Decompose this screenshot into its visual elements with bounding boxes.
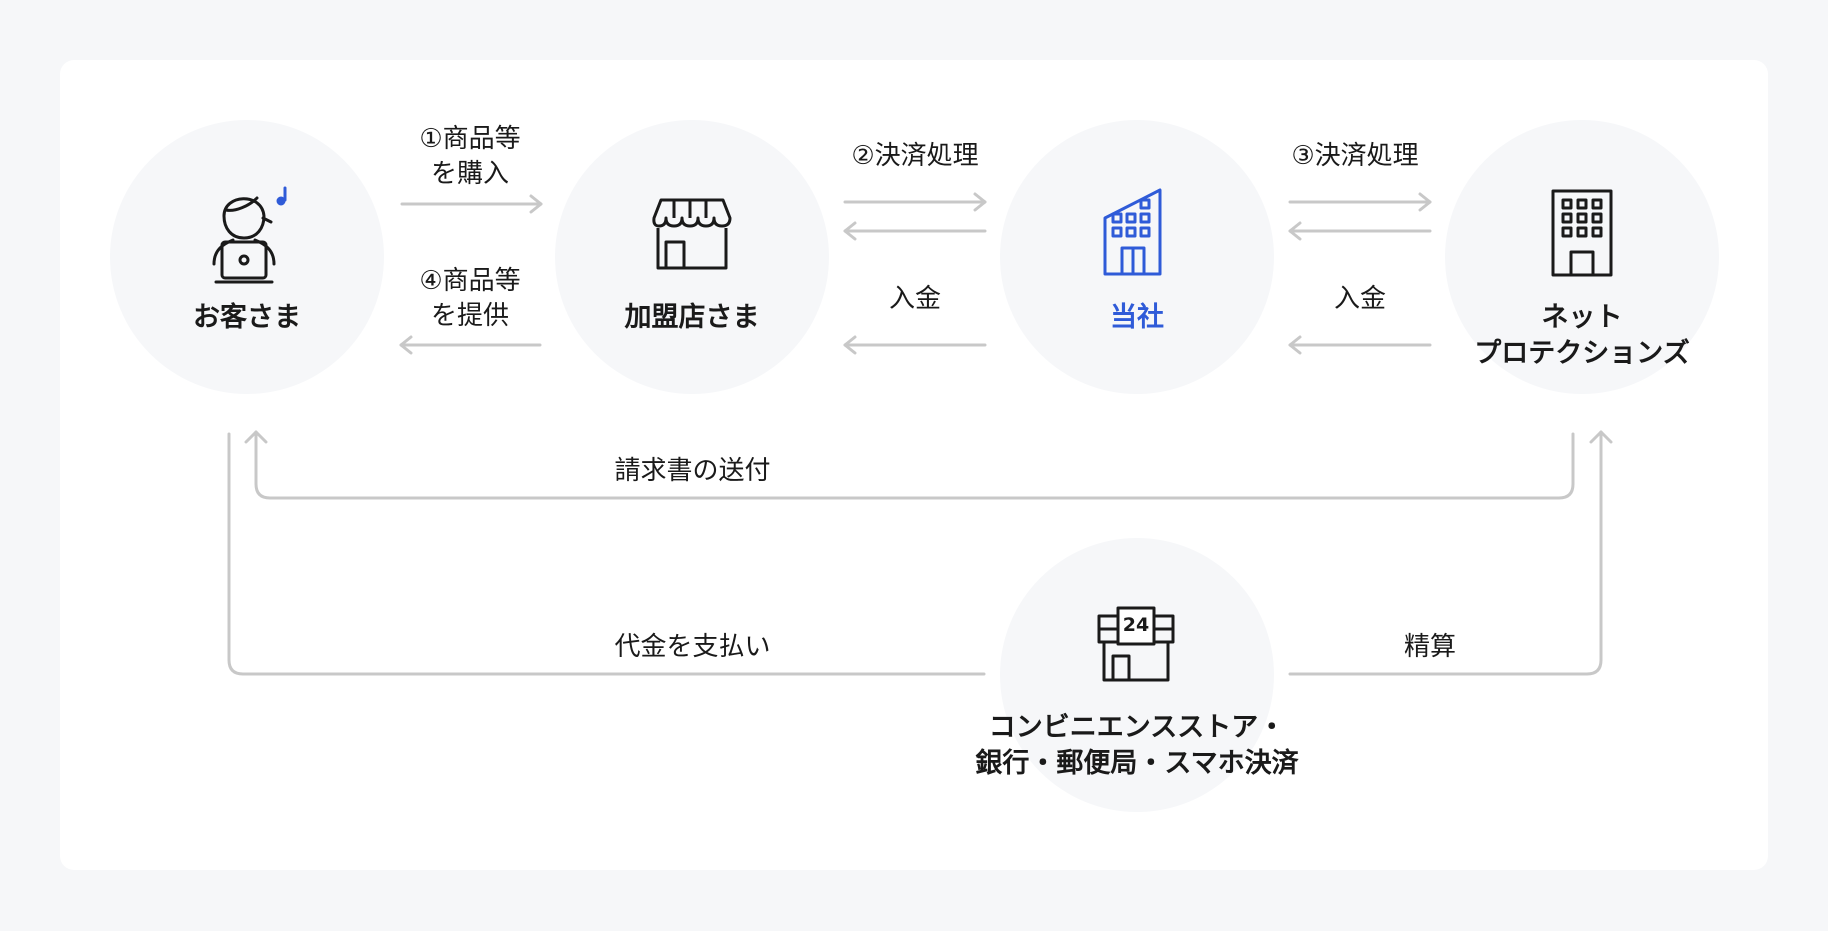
building-icon (1103, 188, 1162, 276)
store-sign-24: 24 (1122, 614, 1150, 636)
deposit-label-b: 入金 (1290, 282, 1430, 317)
step4-line1: ④商品等 (419, 266, 521, 296)
invoice-label: 請求書の送付 (570, 454, 815, 489)
company-label-text: 当社 (1110, 302, 1164, 333)
customer-label: お客さま (110, 300, 384, 336)
payment-text: 代金を支払い (614, 632, 771, 662)
conveni-label: コンビニエンスストア・ 銀行・郵便局・スマホ決済 (940, 710, 1334, 782)
company-label: 当社 (1000, 300, 1274, 336)
convenience-store-24-icon: 24 (1096, 606, 1176, 684)
deposit-b-text: 入金 (1333, 284, 1386, 314)
payment-label: 代金を支払い (570, 630, 815, 665)
step2-label: ②決済処理 (835, 139, 995, 174)
netprotections-label-line2: プロテクションズ (1474, 338, 1690, 369)
step1-line2: を購入 (430, 159, 509, 189)
step1-label: ①商品等 を購入 (400, 122, 540, 192)
office-building-icon (1551, 189, 1613, 277)
shop-icon (652, 198, 732, 270)
arrow-invoice (254, 430, 1575, 500)
customer-label-text: お客さま (193, 302, 301, 333)
step4-label: ④商品等 を提供 (400, 264, 540, 334)
person-laptop-icon (212, 186, 287, 284)
step1-line1: ①商品等 (419, 124, 521, 154)
step2-text: ②決済処理 (851, 141, 979, 171)
invoice-text: 請求書の送付 (614, 456, 771, 486)
step3-text: ③決済処理 (1291, 141, 1419, 171)
step3-label: ③決済処理 (1275, 139, 1435, 174)
conveni-label-line2: 銀行・郵便局・スマホ決済 (975, 748, 1299, 779)
deposit-label-a: 入金 (845, 282, 985, 317)
merchant-label: 加盟店さま (555, 300, 829, 336)
step4-line2: を提供 (430, 301, 509, 331)
settlement-text: 精算 (1403, 632, 1456, 662)
merchant-label-text: 加盟店さま (624, 302, 760, 333)
settlement-label: 精算 (1380, 630, 1480, 665)
deposit-a-text: 入金 (888, 284, 941, 314)
netprotections-label-line1: ネット (1541, 302, 1623, 333)
netprotections-label: ネット プロテクションズ (1445, 300, 1719, 372)
conveni-label-line1: コンビニエンスストア・ (988, 712, 1286, 743)
